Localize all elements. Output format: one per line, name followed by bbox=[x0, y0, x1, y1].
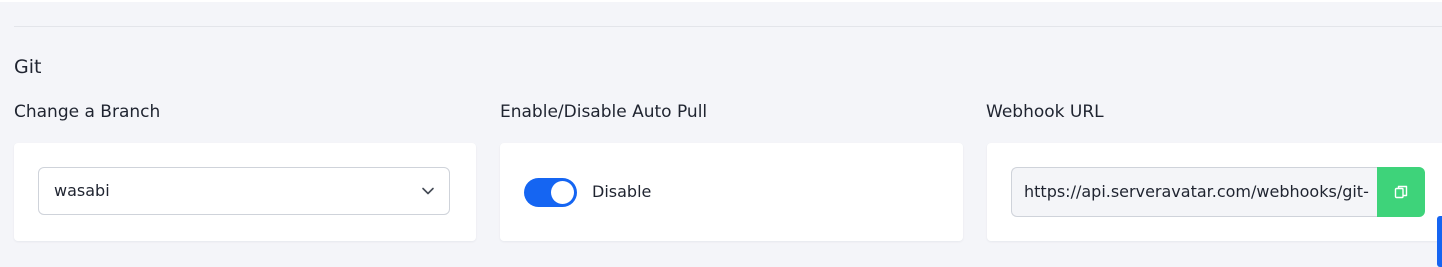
branch-select-value: wasabi bbox=[54, 181, 110, 200]
auto-pull-card: Disable bbox=[500, 143, 963, 241]
webhook-card: https://api.serveravatar.com/webhooks/gi… bbox=[987, 143, 1442, 241]
webhook-label: Webhook URL bbox=[986, 102, 1104, 122]
toggle-knob bbox=[551, 181, 574, 204]
auto-pull-status: Disable bbox=[592, 182, 652, 201]
copy-webhook-button[interactable] bbox=[1377, 167, 1425, 217]
webhook-url-value: https://api.serveravatar.com/webhooks/gi… bbox=[1024, 182, 1369, 201]
webhook-url-field[interactable]: https://api.serveravatar.com/webhooks/gi… bbox=[1011, 167, 1378, 217]
section-title: Git bbox=[14, 56, 42, 78]
scrollbar-thumb[interactable] bbox=[1437, 216, 1442, 267]
auto-pull-label: Enable/Disable Auto Pull bbox=[500, 102, 708, 122]
auto-pull-toggle[interactable] bbox=[524, 178, 577, 207]
top-card-edge bbox=[0, 0, 1442, 2]
chevron-down-icon bbox=[422, 187, 434, 195]
copy-icon bbox=[1394, 185, 1408, 199]
branch-card: wasabi bbox=[14, 143, 476, 241]
branch-select[interactable]: wasabi bbox=[38, 167, 450, 215]
section-divider bbox=[14, 26, 1442, 27]
branch-label: Change a Branch bbox=[14, 102, 161, 122]
